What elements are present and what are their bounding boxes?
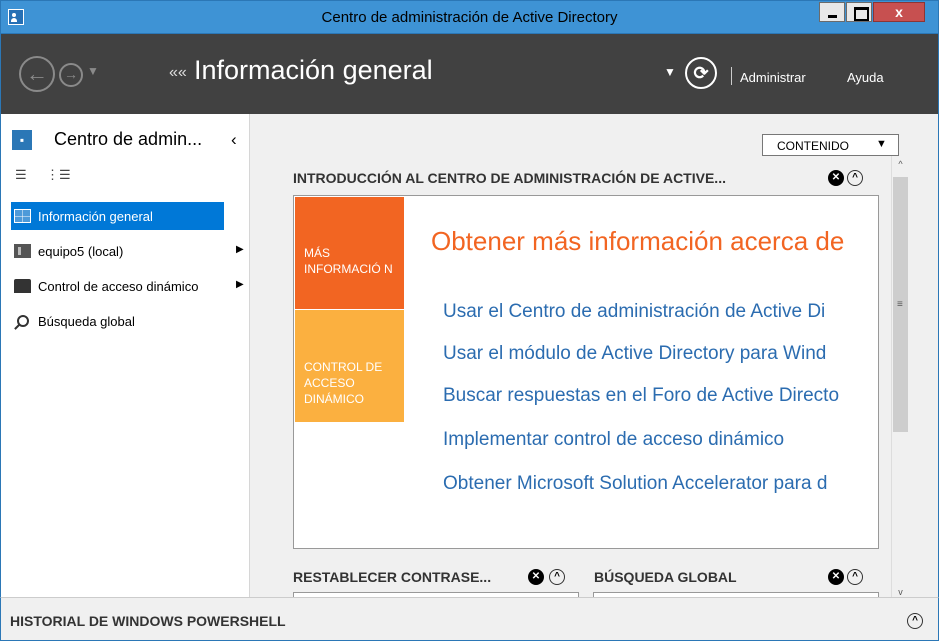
- nav-divider: [731, 67, 732, 85]
- navigation-pane-title: Centro de admin...: [54, 129, 203, 149]
- tile-label: CONTROL DE ACCESO DINÁMICO: [304, 360, 383, 406]
- expand-arrow-icon[interactable]: ▶: [236, 244, 244, 255]
- vertical-scrollbar[interactable]: ^ ≡ v: [891, 156, 908, 601]
- nav-item-label: Información general: [38, 209, 153, 224]
- link-use-ad-module[interactable]: Usar el módulo de Active Directory para …: [443, 343, 826, 365]
- navigation-bar: ← → ▼ «« Información general ▼ ⟳ Adminis…: [0, 34, 939, 114]
- minimize-button[interactable]: [819, 2, 845, 22]
- close-button[interactable]: x: [873, 2, 925, 22]
- title-bar: Centro de administración de Active Direc…: [0, 0, 939, 34]
- link-search-forum[interactable]: Buscar respuestas en el Foro de Active D…: [443, 385, 839, 407]
- maximize-button[interactable]: [846, 2, 872, 22]
- history-dropdown-icon[interactable]: ▼: [87, 64, 99, 78]
- link-deploy-dac[interactable]: Implementar control de acceso dinámico: [443, 429, 784, 451]
- manage-menu[interactable]: Administrar: [740, 70, 806, 85]
- forward-button[interactable]: →: [59, 63, 83, 87]
- help-menu[interactable]: Ayuda: [847, 70, 884, 85]
- content-pane: CONTENIDO ▼ INTRODUCCIÓN AL CENTRO DE AD…: [250, 114, 939, 601]
- global-search-section-title: BÚSQUEDA GLOBAL: [594, 569, 737, 585]
- overview-icon: [14, 209, 31, 223]
- tile-label: MÁS INFORMACIÓ N: [304, 246, 393, 276]
- breadcrumb-title: Información general: [194, 55, 433, 85]
- server-icon: [14, 244, 31, 258]
- nav-item-global-search[interactable]: Búsqueda global: [11, 307, 251, 335]
- intro-section-title: INTRODUCCIÓN AL CENTRO DE ADMINISTRACIÓN…: [293, 170, 726, 186]
- nav-item-dynamic-access-control[interactable]: Control de acceso dinámico ▶: [11, 272, 251, 300]
- link-use-admin-center[interactable]: Usar el Centro de administración de Acti…: [443, 301, 825, 323]
- scrollbar-thumb[interactable]: ≡: [893, 177, 908, 432]
- refresh-button[interactable]: ⟳: [685, 57, 717, 89]
- tree-view-icon[interactable]: ⋮☰: [46, 167, 71, 183]
- expand-history-button[interactable]: ^: [907, 613, 923, 629]
- collapse-pane-button[interactable]: ‹: [231, 130, 237, 150]
- close-section-button[interactable]: ✕: [828, 170, 844, 186]
- powershell-history-bar[interactable]: HISTORIAL DE WINDOWS POWERSHELL ^: [0, 597, 939, 641]
- expand-arrow-icon[interactable]: ▶: [236, 279, 244, 290]
- grip-icon: ≡: [897, 299, 903, 310]
- powershell-history-title: HISTORIAL DE WINDOWS POWERSHELL: [10, 613, 286, 629]
- nav-item-label: Búsqueda global: [38, 314, 135, 329]
- refresh-dropdown-icon[interactable]: ▼: [664, 65, 676, 79]
- close-section-button[interactable]: ✕: [828, 569, 844, 585]
- admin-center-icon: ▪: [12, 130, 32, 150]
- nav-item-domain[interactable]: equipo5 (local) ▶: [11, 237, 251, 265]
- list-view-icon[interactable]: ☰: [15, 167, 27, 183]
- navigation-pane: ▪ Centro de admin... ‹ ☰ ⋮☰ Información …: [0, 114, 250, 597]
- link-solution-accelerator[interactable]: Obtener Microsoft Solution Accelerator p…: [443, 473, 827, 495]
- close-section-button[interactable]: ✕: [528, 569, 544, 585]
- more-info-tile[interactable]: MÁS INFORMACIÓ N: [295, 197, 404, 309]
- intro-panel: MÁS INFORMACIÓ N CONTROL DE ACCESO DINÁM…: [293, 195, 879, 549]
- nav-item-label: Control de acceso dinámico: [38, 279, 199, 294]
- chevron-down-icon: ▼: [876, 138, 887, 150]
- back-button[interactable]: ←: [19, 56, 55, 92]
- intro-heading: Obtener más información acerca de: [431, 226, 845, 256]
- breadcrumb-chevron-icon[interactable]: ««: [169, 64, 187, 82]
- scroll-up-icon[interactable]: ^: [892, 156, 909, 173]
- window-title: Centro de administración de Active Direc…: [321, 9, 618, 26]
- collapse-section-button[interactable]: ^: [549, 569, 565, 585]
- collapse-section-button[interactable]: ^: [847, 170, 863, 186]
- reset-password-section-title: RESTABLECER CONTRASE...: [293, 569, 492, 585]
- folder-icon: [14, 279, 31, 293]
- collapse-section-button[interactable]: ^: [847, 569, 863, 585]
- nav-item-overview[interactable]: Información general: [11, 202, 224, 230]
- content-dropdown[interactable]: CONTENIDO ▼: [762, 134, 899, 156]
- dynamic-access-control-tile[interactable]: CONTROL DE ACCESO DINÁMICO: [295, 310, 404, 422]
- content-dropdown-label: CONTENIDO: [777, 139, 849, 153]
- nav-item-label: equipo5 (local): [38, 244, 124, 259]
- search-icon: [17, 315, 29, 327]
